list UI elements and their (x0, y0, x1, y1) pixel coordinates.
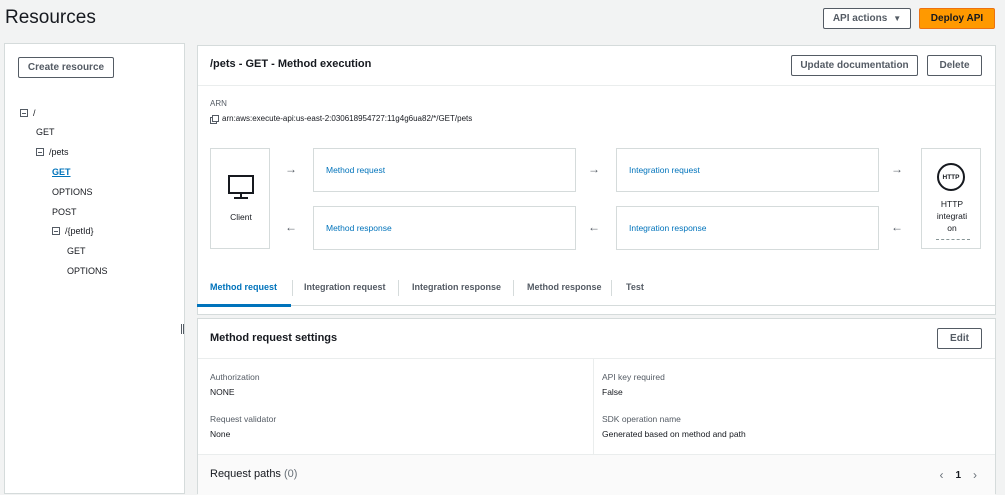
arrow-left-icon: ← (588, 220, 600, 234)
request-validator-label: Request validator (210, 414, 277, 424)
tree-item-pets-post[interactable]: POST (52, 207, 77, 217)
client-box: Client (210, 148, 270, 249)
request-paths-label: Request paths (210, 468, 281, 480)
authorization-value: NONE (210, 387, 235, 397)
tree-item-label: GET (36, 127, 55, 137)
tree-item-label: /{petId} (65, 226, 94, 236)
method-execution-title: /pets - GET - Method execution (210, 58, 372, 70)
create-resource-button[interactable]: Create resource (18, 57, 114, 78)
arn-label: ARN (210, 99, 227, 108)
chevron-right-icon[interactable]: › (973, 468, 977, 482)
tree-item-pets-options[interactable]: OPTIONS (52, 187, 93, 197)
top-bar: Resources API actions ▼ Deploy API (0, 0, 1005, 40)
http-icon: HTTP (937, 163, 965, 191)
method-tabs: Method request Integration request Integ… (197, 271, 996, 307)
api-actions-label: API actions (832, 13, 888, 24)
settings-header: Method request settings Edit (198, 319, 995, 359)
method-request-link[interactable]: Method request (326, 165, 385, 175)
sdk-operation-name-label: SDK operation name (602, 414, 681, 424)
tab-divider (611, 280, 612, 296)
http-integration-box: HTTP HTTP integrati on (921, 148, 981, 249)
integration-response-link[interactable]: Integration response (629, 223, 707, 233)
sdk-operation-name-value: Generated based on method and path (602, 429, 746, 439)
panel-resize-handle[interactable] (181, 324, 184, 334)
http-integration-label: HTTP integrati on (924, 198, 980, 234)
resources-sidebar: Create resource / GET /pets GET OPTIONS … (4, 43, 185, 494)
request-paths-header[interactable]: Request paths (0) ‹ 1 › (198, 454, 995, 495)
settings-title: Method request settings (210, 332, 338, 344)
tab-divider (292, 280, 293, 296)
arrow-right-icon: → (588, 162, 600, 176)
tab-integration-request[interactable]: Integration request (304, 282, 386, 292)
arn-row: arn:aws:execute-api:us-east-2:0306189547… (210, 114, 473, 124)
chevron-left-icon[interactable]: ‹ (939, 468, 943, 482)
method-request-settings-panel: Method request settings Edit Authorizati… (197, 318, 996, 495)
method-request-box[interactable]: Method request (313, 148, 576, 192)
method-response-box[interactable]: Method response (313, 206, 576, 250)
update-documentation-button[interactable]: Update documentation (791, 55, 918, 76)
http-dashed-underline (936, 239, 970, 240)
tab-method-response[interactable]: Method response (527, 282, 602, 292)
tab-integration-response[interactable]: Integration response (412, 282, 501, 292)
method-execution-header: /pets - GET - Method execution Update do… (198, 46, 995, 86)
collapse-icon[interactable] (52, 227, 60, 235)
request-paths-count: (0) (284, 468, 298, 480)
tree-item-label: GET (52, 167, 71, 177)
http-label-line: HTTP (940, 199, 964, 209)
collapse-icon[interactable] (20, 109, 28, 117)
tree-item-label: OPTIONS (67, 266, 108, 276)
collapse-icon[interactable] (36, 148, 44, 156)
edit-button[interactable]: Edit (937, 328, 982, 349)
tree-item-label: /pets (49, 147, 69, 157)
tree-item-label: POST (52, 207, 77, 217)
integration-request-link[interactable]: Integration request (629, 165, 700, 175)
http-label-line: on (947, 223, 957, 233)
arrow-right-icon: → (285, 162, 297, 176)
method-response-link[interactable]: Method response (326, 223, 392, 233)
pagination: ‹ 1 › (939, 468, 977, 482)
tree-item-petid[interactable]: /{petId} (52, 226, 94, 236)
active-tab-indicator (197, 304, 291, 307)
tree-item-root-get[interactable]: GET (36, 127, 55, 137)
tree-item-pets[interactable]: /pets (36, 147, 69, 157)
integration-response-box[interactable]: Integration response (616, 206, 879, 250)
tree-item-label: / (33, 108, 36, 118)
client-label: Client (230, 212, 252, 222)
caret-down-icon: ▼ (893, 14, 902, 23)
tab-divider (398, 280, 399, 296)
tree-item-pets-get[interactable]: GET (52, 167, 71, 177)
copy-icon[interactable] (210, 114, 219, 124)
monitor-icon (228, 175, 254, 199)
tab-method-request[interactable]: Method request (210, 282, 277, 292)
tab-divider (513, 280, 514, 296)
arrow-right-icon: → (891, 162, 903, 176)
tree-item-label: OPTIONS (52, 187, 93, 197)
arn-value: arn:aws:execute-api:us-east-2:0306189547… (222, 114, 473, 123)
page-title: Resources (5, 7, 96, 28)
tree-item-petid-options[interactable]: OPTIONS (67, 266, 108, 276)
tree-item-label: GET (67, 246, 86, 256)
integration-request-box[interactable]: Integration request (616, 148, 879, 192)
request-paths-title: Request paths (0) (210, 468, 297, 480)
tree-item-petid-get[interactable]: GET (67, 246, 86, 256)
page-number[interactable]: 1 (955, 470, 961, 481)
api-actions-button[interactable]: API actions ▼ (823, 8, 911, 29)
tree-item-root[interactable]: / (20, 108, 36, 118)
api-key-required-value: False (602, 387, 623, 397)
request-validator-value: None (210, 429, 231, 439)
arrow-left-icon: ← (285, 220, 297, 234)
delete-button[interactable]: Delete (927, 55, 982, 76)
tab-test[interactable]: Test (626, 282, 644, 292)
column-divider (593, 359, 594, 454)
http-label-line: integrati (936, 211, 968, 221)
authorization-label: Authorization (210, 372, 260, 382)
arrow-left-icon: ← (891, 220, 903, 234)
deploy-api-button[interactable]: Deploy API (919, 8, 995, 29)
api-key-required-label: API key required (602, 372, 665, 382)
